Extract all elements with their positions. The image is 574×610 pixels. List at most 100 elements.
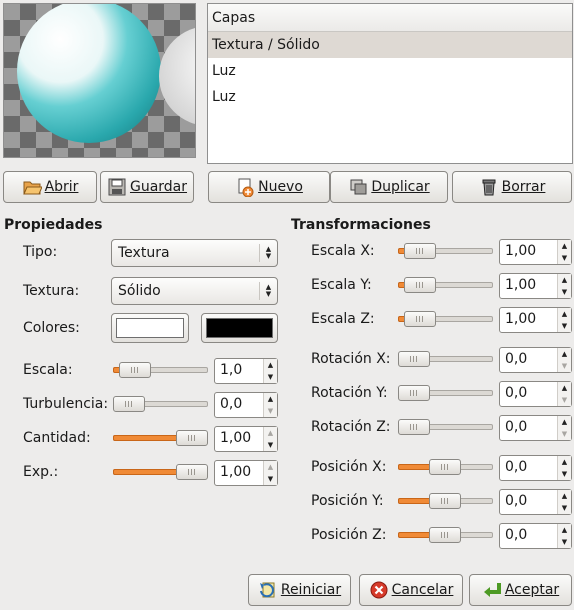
rot-x-slider[interactable] — [398, 351, 493, 367]
color1-button[interactable] — [111, 313, 189, 343]
cancel-button[interactable]: Cancelar — [359, 574, 463, 606]
scale-x-spin[interactable]: 1,00 ▲ ▼ — [499, 239, 572, 265]
amount-spin[interactable]: 1,00 ▲ ▼ — [214, 426, 278, 452]
amount-slider[interactable] — [113, 430, 208, 446]
slider-knob[interactable] — [113, 396, 145, 412]
scale-spin[interactable]: 1,0 ▲ ▼ — [214, 358, 278, 384]
sphere-preview — [3, 3, 196, 158]
duplicate-button[interactable]: Duplicar — [330, 171, 448, 203]
open-button[interactable]: Abrir — [3, 171, 97, 203]
spin-down-icon[interactable]: ▼ — [558, 428, 571, 440]
spin-down-icon[interactable]: ▼ — [558, 468, 571, 480]
spin-up-icon[interactable]: ▲ — [558, 524, 571, 536]
pos-y-slider[interactable] — [398, 493, 493, 509]
exp-slider[interactable] — [113, 464, 208, 480]
spin-down-icon[interactable]: ▼ — [264, 473, 277, 485]
slider-knob[interactable] — [398, 385, 430, 401]
scale-z-label: Escala Z: — [311, 311, 375, 327]
rot-y-spin[interactable]: 0,0 ▲ ▼ — [499, 381, 572, 407]
scale-y-spin[interactable]: 1,00 ▲ ▼ — [499, 273, 572, 299]
scale-y-slider[interactable] — [398, 277, 493, 293]
spin-down-icon[interactable]: ▼ — [558, 320, 571, 332]
slider-knob[interactable] — [429, 459, 461, 475]
color2-button[interactable] — [201, 313, 278, 343]
slider-knob[interactable] — [176, 464, 208, 480]
rot-x-value: 0,0 — [505, 351, 528, 367]
pos-x-spin[interactable]: 0,0 ▲ ▼ — [499, 455, 572, 481]
slider-knob[interactable] — [429, 527, 461, 543]
slider-knob[interactable] — [398, 351, 430, 367]
turbulence-spin[interactable]: 0,0 ▲ ▼ — [214, 392, 278, 418]
amount-label: Cantidad: — [23, 430, 91, 446]
rot-y-slider[interactable] — [398, 385, 493, 401]
colors-label: Colores: — [23, 320, 80, 336]
layer-item[interactable]: Textura / Sólido — [208, 32, 572, 58]
spin-up-icon[interactable]: ▲ — [264, 427, 277, 439]
layer-item[interactable]: Luz — [208, 58, 572, 84]
pos-z-value: 0,0 — [505, 527, 528, 543]
pos-x-slider[interactable] — [398, 459, 493, 475]
spin-up-icon[interactable]: ▲ — [558, 348, 571, 360]
spin-down-icon[interactable]: ▼ — [558, 502, 571, 514]
open-label: Abrir — [44, 179, 79, 195]
slider-knob[interactable] — [404, 311, 436, 327]
spin-up-icon[interactable]: ▲ — [264, 461, 277, 473]
spin-up-icon[interactable]: ▲ — [558, 308, 571, 320]
layer-item[interactable]: Luz — [208, 84, 572, 110]
reset-label: Reiniciar — [280, 582, 342, 598]
spin-up-icon[interactable]: ▲ — [558, 456, 571, 468]
slider-knob[interactable] — [404, 277, 436, 293]
cancel-icon — [369, 580, 389, 600]
accept-label: Aceptar — [504, 582, 560, 598]
accept-button[interactable]: Aceptar — [469, 574, 572, 606]
pos-z-label: Posición Z: — [311, 527, 387, 543]
rot-z-slider[interactable] — [398, 419, 493, 435]
scale-slider[interactable] — [113, 362, 208, 378]
pos-z-slider[interactable] — [398, 527, 493, 543]
slider-knob[interactable] — [119, 362, 151, 378]
slider-knob[interactable] — [404, 243, 436, 259]
type-combo[interactable]: Textura ▲ ▼ — [111, 239, 278, 267]
scale-z-spin[interactable]: 1,00 ▲ ▼ — [499, 307, 572, 333]
scale-x-slider[interactable] — [398, 243, 493, 259]
spin-up-icon[interactable]: ▲ — [558, 490, 571, 502]
spin-down-icon[interactable]: ▼ — [558, 394, 571, 406]
save-button[interactable]: Guardar — [100, 171, 194, 203]
spin-down-icon[interactable]: ▼ — [558, 536, 571, 548]
slider-knob[interactable] — [429, 493, 461, 509]
rot-z-spin[interactable]: 0,0 ▲ ▼ — [499, 415, 572, 441]
scale-x-label: Escala X: — [311, 243, 375, 259]
layers-header[interactable]: Capas — [208, 4, 572, 32]
spin-up-icon[interactable]: ▲ — [558, 274, 571, 286]
texture-combo[interactable]: Sólido ▲ ▼ — [111, 277, 278, 305]
spin-down-icon[interactable]: ▼ — [264, 439, 277, 451]
spin-down-icon[interactable]: ▼ — [558, 360, 571, 372]
spin-up-icon[interactable]: ▲ — [264, 359, 277, 371]
save-label: Guardar — [129, 179, 188, 195]
turbulence-slider[interactable] — [113, 396, 208, 412]
slider-knob[interactable] — [176, 430, 208, 446]
combo-arrows-icon: ▲ ▼ — [259, 282, 277, 300]
spin-up-icon[interactable]: ▲ — [264, 393, 277, 405]
scale-y-label: Escala Y: — [311, 277, 372, 293]
spin-up-icon[interactable]: ▲ — [558, 416, 571, 428]
rot-x-spin[interactable]: 0,0 ▲ ▼ — [499, 347, 572, 373]
spin-up-icon[interactable]: ▲ — [558, 240, 571, 252]
pos-x-value: 0,0 — [505, 459, 528, 475]
slider-knob[interactable] — [398, 419, 430, 435]
reset-button[interactable]: Reiniciar — [248, 574, 351, 606]
spin-up-icon[interactable]: ▲ — [558, 382, 571, 394]
spin-down-icon[interactable]: ▼ — [264, 371, 277, 383]
exp-spin[interactable]: 1,00 ▲ ▼ — [214, 460, 278, 486]
spin-down-icon[interactable]: ▼ — [558, 286, 571, 298]
pos-z-spin[interactable]: 0,0 ▲ ▼ — [499, 523, 572, 549]
delete-button[interactable]: Borrar — [452, 171, 572, 203]
exp-value: 1,00 — [220, 464, 252, 480]
scale-z-slider[interactable] — [398, 311, 493, 327]
pos-y-spin[interactable]: 0,0 ▲ ▼ — [499, 489, 572, 515]
spin-down-icon[interactable]: ▼ — [264, 405, 277, 417]
rot-z-value: 0,0 — [505, 419, 528, 435]
layers-list[interactable]: Capas Textura / Sólido Luz Luz — [207, 3, 573, 164]
spin-down-icon[interactable]: ▼ — [558, 252, 571, 264]
new-button[interactable]: Nuevo — [208, 171, 330, 203]
